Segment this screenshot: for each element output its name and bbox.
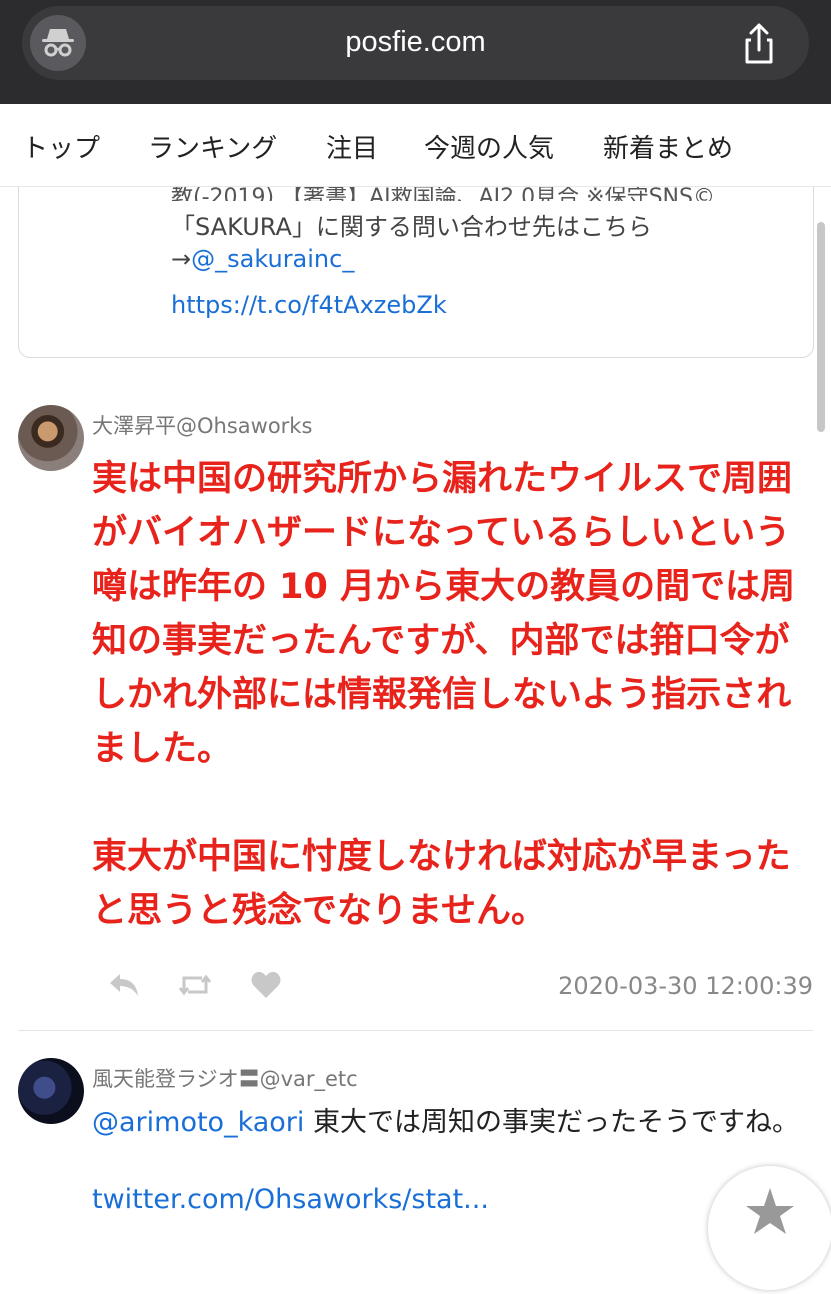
tweet-username[interactable]: 大澤昇平@Ohsaworks <box>92 410 312 440</box>
floating-button[interactable] <box>708 1166 831 1290</box>
profile-link[interactable]: https://t.co/f4tAxzebZk <box>171 291 447 319</box>
nav-ranking[interactable]: ランキング <box>148 128 277 165</box>
reply-body: 東大では周知の事実だったそうですね。 <box>304 1107 799 1138</box>
like-icon[interactable] <box>250 970 282 1004</box>
divider <box>18 1030 813 1031</box>
avatar[interactable] <box>18 405 84 471</box>
nav-featured[interactable]: 注目 <box>326 128 378 165</box>
reply-username[interactable]: 風天能登ラジオ〓@var_etc <box>92 1063 358 1093</box>
scrollbar[interactable] <box>817 222 825 432</box>
retweet-icon[interactable] <box>178 970 212 1004</box>
avatar[interactable] <box>18 1058 84 1124</box>
profile-card: 教(-2019) 【著書】AI救国論、AI2.0見合 ※保守SNS© 「SAKU… <box>18 160 814 358</box>
share-icon[interactable] <box>737 22 781 66</box>
tweet-timestamp[interactable]: 2020-03-30 12:00:39 <box>558 972 813 1000</box>
site-nav: トップ ランキング 注目 今週の人気 新着まとめ <box>0 104 831 187</box>
url-text[interactable]: posfie.com <box>22 26 809 59</box>
nav-new[interactable]: 新着まとめ <box>603 128 733 165</box>
arrow-text: → <box>171 245 192 273</box>
mention-link[interactable]: @arimoto_kaori <box>92 1107 304 1138</box>
address-bar[interactable]: posfie.com <box>22 6 809 80</box>
tweet-text: 実は中国の研究所から漏れたウイルスで周囲がバイオハザードになっているらしいという… <box>92 452 822 938</box>
star-icon <box>746 1188 794 1234</box>
nav-weekly-popular[interactable]: 今週の人気 <box>424 128 554 165</box>
tweet-paragraph-1: 実は中国の研究所から漏れたウイルスで周囲がバイオハザードになっているらしいという… <box>92 459 796 769</box>
reply-icon[interactable] <box>108 970 140 1004</box>
profile-bio-contact: →@_sakurainc_ <box>171 245 354 273</box>
browser-toolbar: posfie.com <box>0 0 831 104</box>
tweet-paragraph-2: 東大が中国に忖度しなければ対応が早まったと思うと残念でなりません。 <box>92 837 791 931</box>
reply-text: @arimoto_kaori 東大では周知の事実だったそうですね。 <box>92 1102 812 1144</box>
nav-top[interactable]: トップ <box>22 128 100 165</box>
mention-link[interactable]: @_sakurainc_ <box>191 245 354 273</box>
profile-bio: 「SAKURA」に関する問い合わせ先はこちら <box>171 213 652 241</box>
